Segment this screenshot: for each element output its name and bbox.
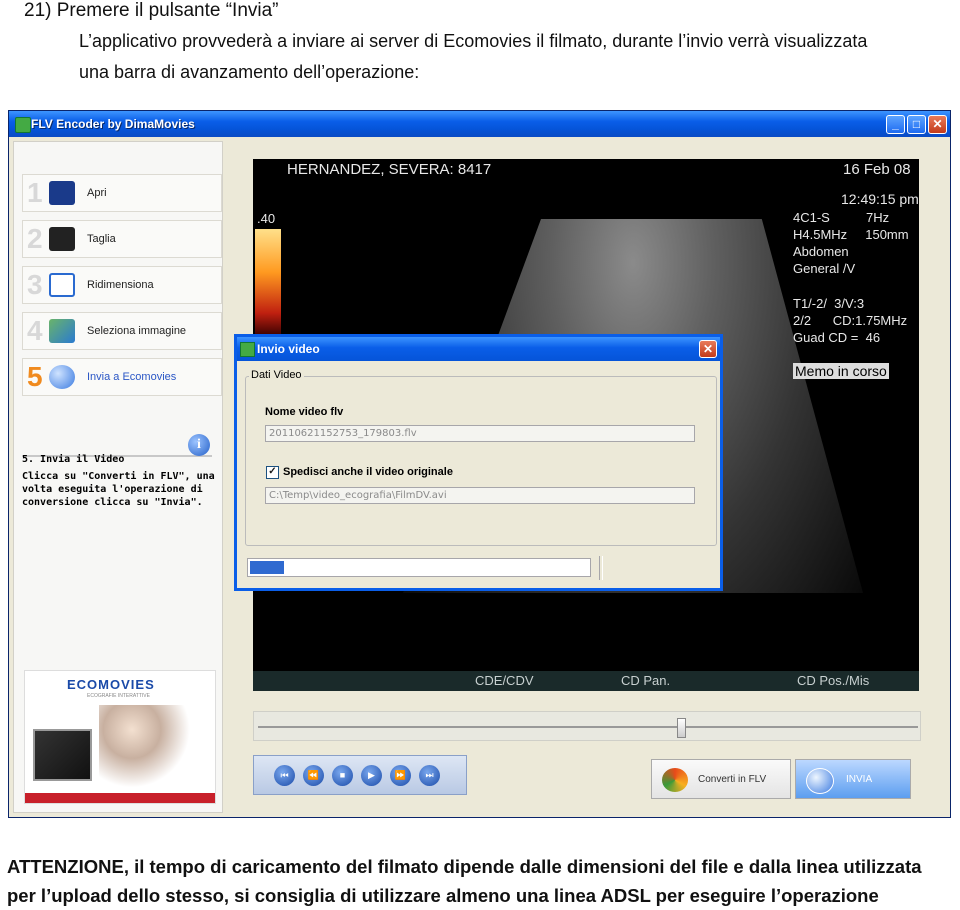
slider-track (258, 726, 918, 728)
info-icon: i (188, 434, 210, 456)
window-title: FLV Encoder by DimaMovies (31, 117, 195, 131)
filename-label: Nome video flv (265, 406, 344, 418)
dialog-icon (240, 342, 255, 357)
progress-fill (250, 561, 284, 574)
first-icon[interactable]: ⏮ (274, 765, 295, 786)
filename-field[interactable]: 20110621152753_179803.flv (265, 425, 695, 442)
dialog-close-button[interactable]: ✕ (699, 340, 717, 358)
step-number: 3 (27, 269, 43, 300)
step-label: Ridimensiona (87, 279, 154, 291)
ad-footer-bar (25, 793, 215, 803)
maximize-button[interactable]: □ (907, 115, 926, 134)
last-icon[interactable]: ⏭ (419, 765, 440, 786)
clapperboard-icon (49, 227, 75, 251)
video-data-group (245, 376, 717, 546)
send-original-label: Spedisci anche il video originale (283, 466, 453, 478)
convert-icon (662, 768, 688, 792)
send-label: INVIA (846, 774, 873, 785)
globe-icon (806, 768, 834, 794)
playback-controls: ⏮ ⏪ ■ ▶ ⏩ ⏭ (253, 755, 467, 795)
patient-name: HERNANDEZ, SEVERA: 8417 (287, 161, 492, 178)
step-cut[interactable]: 2 Taglia (22, 220, 222, 258)
send-video-dialog: Invio video ✕ Dati Video Nome video flv … (234, 334, 723, 591)
recording-status: Memo in corso (793, 363, 889, 379)
upload-progress-bar (247, 558, 591, 577)
step-number: 2 (27, 223, 43, 254)
step-number: 1 (27, 177, 43, 208)
title-bar[interactable]: FLV Encoder by DimaMovies _ □ ✕ (9, 111, 950, 137)
info-text: Clicca su "Converti in FLV", una volta e… (22, 471, 215, 508)
step-label: Seleziona immagine (87, 325, 187, 337)
forward-icon[interactable]: ⏩ (390, 765, 411, 786)
probe-parameters: 4C1-S 7Hz H4.5MHz 150mm Abdomen General … (793, 210, 909, 276)
progress-separator (599, 556, 603, 580)
app-icon (15, 117, 31, 133)
step-label: Apri (87, 187, 107, 199)
description-line-2: una barra di avanzamento dell’operazione… (79, 62, 420, 82)
doppler-parameters: T1/-2/ 3/V:3 2/2 CD:1.75MHz Guad CD = 46 (793, 296, 908, 345)
group-label: Dati Video (249, 369, 304, 381)
minimize-button[interactable]: _ (886, 115, 905, 134)
dialog-title-bar[interactable]: Invio video ✕ (237, 337, 720, 361)
image-icon (49, 319, 75, 343)
step-number: 5 (27, 361, 43, 392)
dialog-title: Invio video (257, 342, 320, 356)
step-heading: 21) Premere il pulsante “Invia” (24, 0, 279, 21)
info-title: 5. Invia il Video (22, 454, 125, 465)
step-number: 4 (27, 315, 43, 346)
warning-line-1: ATTENZIONE, il tempo di caricamento del … (7, 856, 922, 877)
play-icon[interactable]: ▶ (361, 765, 382, 786)
original-path-field[interactable]: C:\Temp\video_ecografia\FilmDV.avi (265, 487, 695, 504)
exam-date: 16 Feb 08 (843, 161, 911, 178)
steps-panel: 1 Apri 2 Taglia 3 Ridimensiona 4 Selezio… (13, 141, 223, 813)
convert-flv-button[interactable]: Converti in FLV (651, 759, 791, 799)
crop-icon (49, 273, 75, 297)
ecomovies-logo: ECOMOVIES (67, 677, 155, 692)
stop-icon[interactable]: ■ (332, 765, 353, 786)
step-resize[interactable]: 3 Ridimensiona (22, 266, 222, 304)
film-icon (49, 181, 75, 205)
step-select-image[interactable]: 4 Seleziona immagine (22, 312, 222, 350)
doctors-photo (99, 705, 209, 787)
video-status-bar: CDE/CDV CD Pan. CD Pos./Mis (253, 671, 919, 691)
send-button[interactable]: INVIA (795, 759, 911, 799)
send-original-checkbox[interactable]: ✓ (266, 466, 279, 479)
status-label: CDE/CDV (475, 673, 534, 688)
step-label: Taglia (87, 233, 116, 245)
description-line-1: L’applicativo provvederà a inviare ai se… (79, 31, 868, 51)
timeline-slider[interactable] (253, 711, 921, 741)
exam-time: 12:49:15 pm (841, 191, 919, 207)
ecomovies-tagline: ECOGRAFIE INTERATTIVE (87, 693, 150, 699)
step-label: Invia a Ecomovies (87, 371, 177, 383)
rewind-icon[interactable]: ⏪ (303, 765, 324, 786)
scale-value: .40 (257, 211, 276, 226)
ecomovies-ad: ECOMOVIES ECOGRAFIE INTERATTIVE (24, 670, 216, 804)
status-label: CD Pan. (621, 673, 671, 688)
close-button[interactable]: ✕ (928, 115, 947, 134)
status-label: CD Pos./Mis (797, 673, 870, 688)
step-send[interactable]: 5 Invia a Ecomovies (22, 358, 222, 396)
step-open[interactable]: 1 Apri (22, 174, 222, 212)
monitor-image (33, 729, 92, 781)
slider-thumb[interactable] (677, 718, 686, 738)
warning-line-2: per l’upload dello stesso, si consiglia … (7, 885, 879, 906)
globe-icon (49, 365, 75, 389)
convert-label: Converti in FLV (698, 774, 767, 785)
